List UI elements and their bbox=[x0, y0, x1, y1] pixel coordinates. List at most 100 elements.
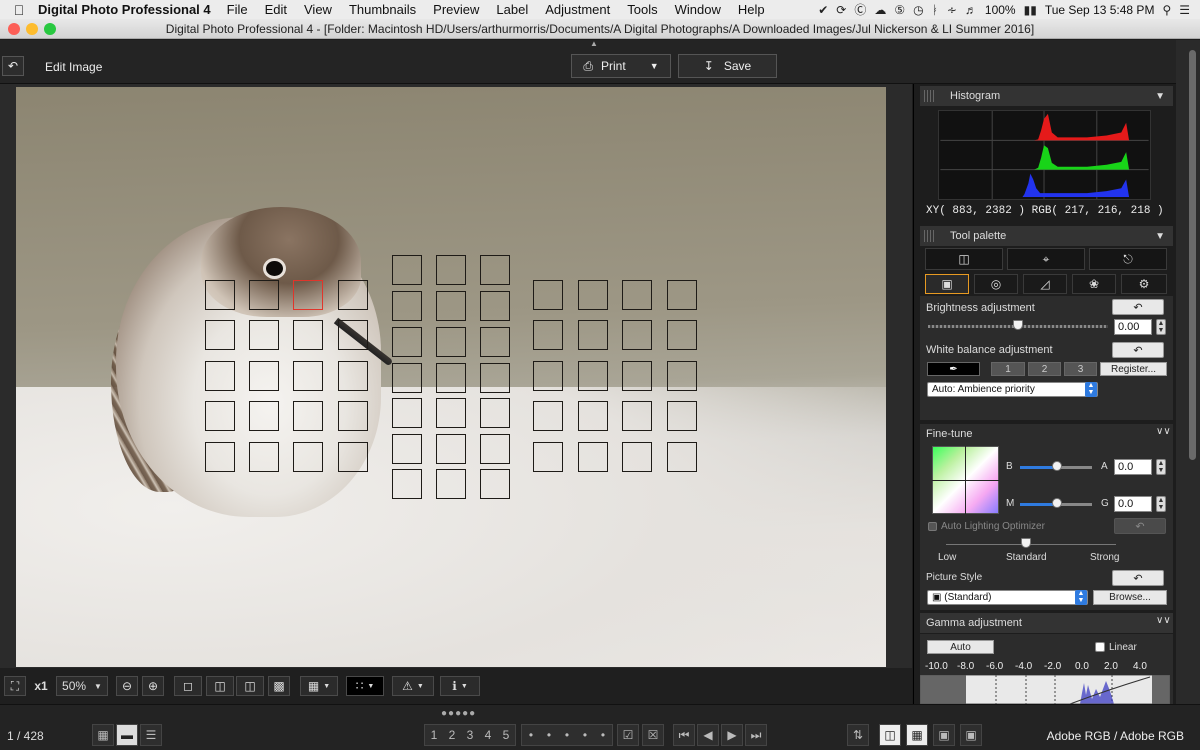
print-button[interactable]: ⎙ Print ▼ bbox=[571, 54, 671, 78]
wb-preset-2[interactable]: 2 bbox=[1028, 362, 1061, 376]
alo-reset-button[interactable]: ↶ bbox=[1114, 518, 1166, 534]
star-1[interactable]: 1 bbox=[431, 728, 438, 742]
crop-tool-button[interactable]: ⌖ bbox=[1007, 248, 1085, 270]
g-value[interactable]: 0.0 bbox=[1114, 496, 1152, 512]
brightness-slider-knob[interactable] bbox=[1013, 320, 1023, 330]
brightness-stepper[interactable]: ▲ ▼ bbox=[1156, 319, 1166, 335]
status-5-icon[interactable]: ⑤ bbox=[894, 3, 905, 17]
label-dot-5[interactable]: • bbox=[601, 728, 605, 742]
menu-adjustment[interactable]: Adjustment bbox=[545, 2, 610, 17]
compare-view-button[interactable]: ◫ bbox=[206, 676, 234, 696]
alo-slider-knob[interactable] bbox=[1021, 538, 1031, 548]
zoom-percent-select[interactable]: 50% ▼ bbox=[56, 676, 108, 696]
preview-view-button[interactable]: ▬ bbox=[116, 724, 138, 746]
menu-label[interactable]: Label bbox=[496, 2, 528, 17]
app-menu[interactable]: Digital Photo Professional 4 bbox=[38, 2, 211, 17]
info-button[interactable]: ℹ ▼ bbox=[440, 676, 480, 696]
back-button[interactable]: ↶ bbox=[2, 56, 24, 76]
menubar-clock[interactable]: Tue Sep 13 5:48 PM bbox=[1045, 3, 1155, 17]
tab-color[interactable]: ❀ bbox=[1072, 274, 1116, 294]
next-image-button[interactable]: ▶ bbox=[721, 724, 743, 746]
wb-preset-3[interactable]: 3 bbox=[1064, 362, 1097, 376]
camera-button[interactable]: ▣ bbox=[960, 724, 982, 746]
wb-register-button[interactable]: Register... bbox=[1100, 362, 1167, 376]
battery-icon[interactable]: ▮▮ bbox=[1024, 3, 1037, 17]
drag-handle-icon[interactable] bbox=[924, 230, 936, 242]
tone-tool-button[interactable]: ◫ bbox=[925, 248, 1003, 270]
apple-menu-icon[interactable]:  bbox=[0, 2, 38, 18]
picture-style-reset-button[interactable]: ↶ bbox=[1112, 570, 1164, 586]
star-5[interactable]: 5 bbox=[503, 728, 510, 742]
status-c-icon[interactable]: Ⓒ bbox=[854, 1, 866, 18]
menu-window[interactable]: Window bbox=[675, 2, 721, 17]
status-check-icon[interactable]: ✔ bbox=[818, 3, 828, 17]
highlight-warning-button[interactable]: ⚠ ▼ bbox=[392, 676, 434, 696]
previous-image-button[interactable]: ◀ bbox=[697, 724, 719, 746]
panel-layout-1-button[interactable]: ◫ bbox=[879, 724, 901, 746]
time-machine-icon[interactable]: ◷ bbox=[913, 3, 923, 17]
panel-layout-2-button[interactable]: ▦ bbox=[906, 724, 928, 746]
a-stepper[interactable]: ▲ ▼ bbox=[1156, 459, 1166, 475]
first-image-button[interactable]: ⏮ bbox=[673, 724, 695, 746]
wb-preset-1[interactable]: 1 bbox=[991, 362, 1025, 376]
collapse-toolbar-icon[interactable]: ▲ bbox=[590, 39, 598, 48]
menu-preview[interactable]: Preview bbox=[433, 2, 479, 17]
notification-center-icon[interactable]: ☰ bbox=[1179, 3, 1190, 17]
fit-screen-button[interactable]: ⛶ bbox=[4, 676, 26, 696]
collapse-tool-palette-icon[interactable]: ▼ bbox=[1155, 231, 1165, 242]
check-mark-2-button[interactable]: ☒ bbox=[642, 724, 664, 746]
brightness-reset-button[interactable]: ↶ bbox=[1112, 299, 1164, 315]
menu-edit[interactable]: Edit bbox=[265, 2, 287, 17]
thumbnail-view-button[interactable]: ▦ bbox=[92, 724, 114, 746]
browse-button[interactable]: Browse... bbox=[1093, 590, 1167, 605]
right-panel-scrollbar[interactable] bbox=[1176, 40, 1200, 704]
menu-help[interactable]: Help bbox=[738, 2, 765, 17]
panel-layout-3-button[interactable]: ▣ bbox=[933, 724, 955, 746]
menu-file[interactable]: File bbox=[227, 2, 248, 17]
alo-slider[interactable] bbox=[946, 544, 1116, 545]
g-stepper[interactable]: ▲ ▼ bbox=[1156, 496, 1166, 512]
label-dot-3[interactable]: • bbox=[565, 728, 569, 742]
label-dot-1[interactable]: • bbox=[529, 728, 533, 742]
sort-button[interactable]: ⇅ bbox=[847, 724, 869, 746]
star-2[interactable]: 2 bbox=[449, 728, 456, 742]
picture-style-select[interactable]: ▣ (Standard) ▲ ▼ bbox=[927, 590, 1088, 605]
tab-curve[interactable]: ◿ bbox=[1023, 274, 1067, 294]
bluetooth-icon[interactable]: ᛓ bbox=[932, 3, 939, 17]
label-dot-2[interactable]: • bbox=[547, 728, 551, 742]
status-sync-icon[interactable]: ⟳ bbox=[836, 3, 846, 17]
collapse-histogram-icon[interactable]: ▼ bbox=[1155, 91, 1165, 102]
menu-tools[interactable]: Tools bbox=[627, 2, 657, 17]
star-4[interactable]: 4 bbox=[485, 728, 492, 742]
list-view-button[interactable]: ☰ bbox=[140, 724, 162, 746]
print-dropdown-icon[interactable]: ▼ bbox=[650, 61, 659, 71]
volume-icon[interactable]: ♬ bbox=[965, 3, 977, 17]
white-balance-select[interactable]: Auto: Ambience priority ▲ ▼ bbox=[927, 382, 1098, 397]
zoom-x1-button[interactable]: x1 bbox=[30, 676, 52, 696]
af-point-display-button[interactable]: ∷ ▼ bbox=[346, 676, 384, 696]
tool-palette-header[interactable]: Tool palette ▼ bbox=[920, 226, 1173, 246]
histogram-header[interactable]: Histogram ▼ bbox=[920, 86, 1173, 106]
brightness-value[interactable]: 0.00 bbox=[1114, 319, 1152, 335]
split-view-button[interactable]: ◫ bbox=[236, 676, 264, 696]
status-cloud-icon[interactable]: ☁ bbox=[874, 3, 886, 17]
linear-checkbox[interactable] bbox=[1095, 642, 1105, 652]
menu-view[interactable]: View bbox=[304, 2, 332, 17]
resize-grip-icon[interactable]: ●●●●● bbox=[441, 708, 476, 719]
wifi-icon[interactable]: ∻ bbox=[947, 3, 957, 17]
white-balance-reset-button[interactable]: ↶ bbox=[1112, 342, 1164, 358]
save-button[interactable]: ↧ Save bbox=[678, 54, 777, 78]
label-dot-4[interactable]: • bbox=[583, 728, 587, 742]
eyedropper-button[interactable]: ✒ bbox=[927, 362, 980, 376]
star-3[interactable]: 3 bbox=[467, 728, 474, 742]
gallery-view-button[interactable]: ▩ bbox=[268, 676, 290, 696]
tab-settings[interactable]: ⚙ bbox=[1121, 274, 1167, 294]
alo-checkbox[interactable] bbox=[928, 522, 937, 531]
mg-slider-knob[interactable] bbox=[1052, 498, 1062, 508]
check-mark-button[interactable]: ☑ bbox=[617, 724, 639, 746]
collapse-gamma-icon[interactable]: ∨∨ bbox=[1156, 615, 1171, 626]
scrollbar-thumb[interactable] bbox=[1189, 50, 1196, 460]
tab-basic[interactable]: ▣ bbox=[925, 274, 969, 294]
menu-thumbnails[interactable]: Thumbnails bbox=[349, 2, 416, 17]
a-value[interactable]: 0.0 bbox=[1114, 459, 1152, 475]
